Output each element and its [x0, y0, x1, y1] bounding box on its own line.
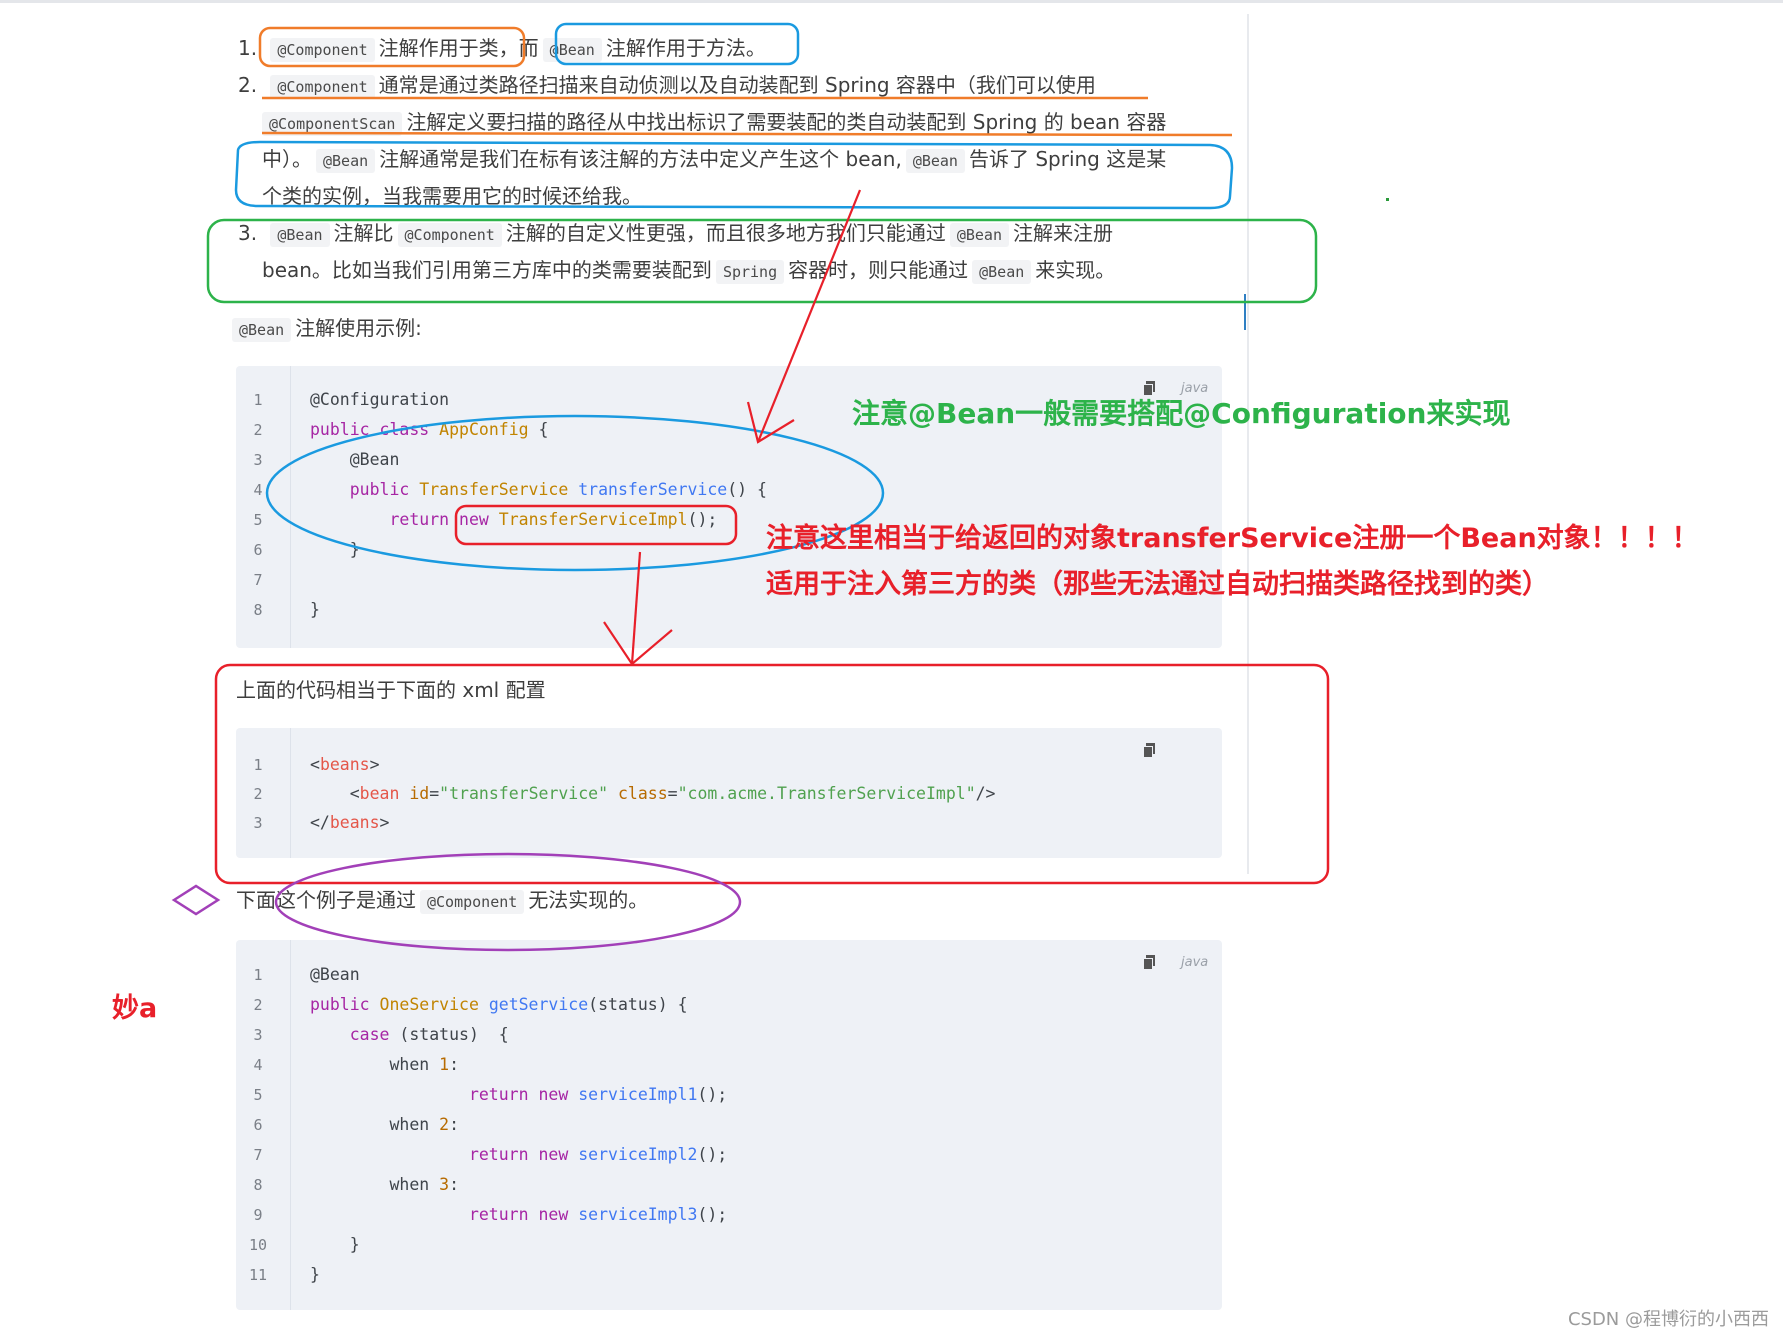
- orange-highlight-box: [258, 26, 526, 68]
- purple-ellipse: [274, 852, 742, 952]
- red-arrow-line: [756, 189, 862, 443]
- blue-highlight-box: [554, 22, 800, 66]
- purple-diamond: [171, 884, 221, 916]
- red-annotation: 注意这里相当于给返回的对象transferService注册一个Bean对象！！…: [766, 523, 1699, 554]
- green-annotation: 注意@Bean一般需要搭配@Configuration来实现: [852, 397, 1511, 430]
- watermark: CSDN @程博衍的小西西: [1567, 1309, 1769, 1330]
- blue-highlight-box: [234, 140, 1234, 210]
- orange-underline: [261, 131, 1233, 137]
- green-highlight-box: [206, 218, 1318, 304]
- red-highlight-box: [454, 504, 738, 546]
- red-arrow-head: [603, 621, 673, 666]
- side-annotation: 妙a: [112, 993, 158, 1024]
- annotation-overlay: [171, 22, 1330, 952]
- red-highlight-box: [214, 663, 1330, 885]
- red-annotation: 适用于注入第三方的类（那些无法通过自动扫描类路径找到的类）: [766, 569, 1549, 600]
